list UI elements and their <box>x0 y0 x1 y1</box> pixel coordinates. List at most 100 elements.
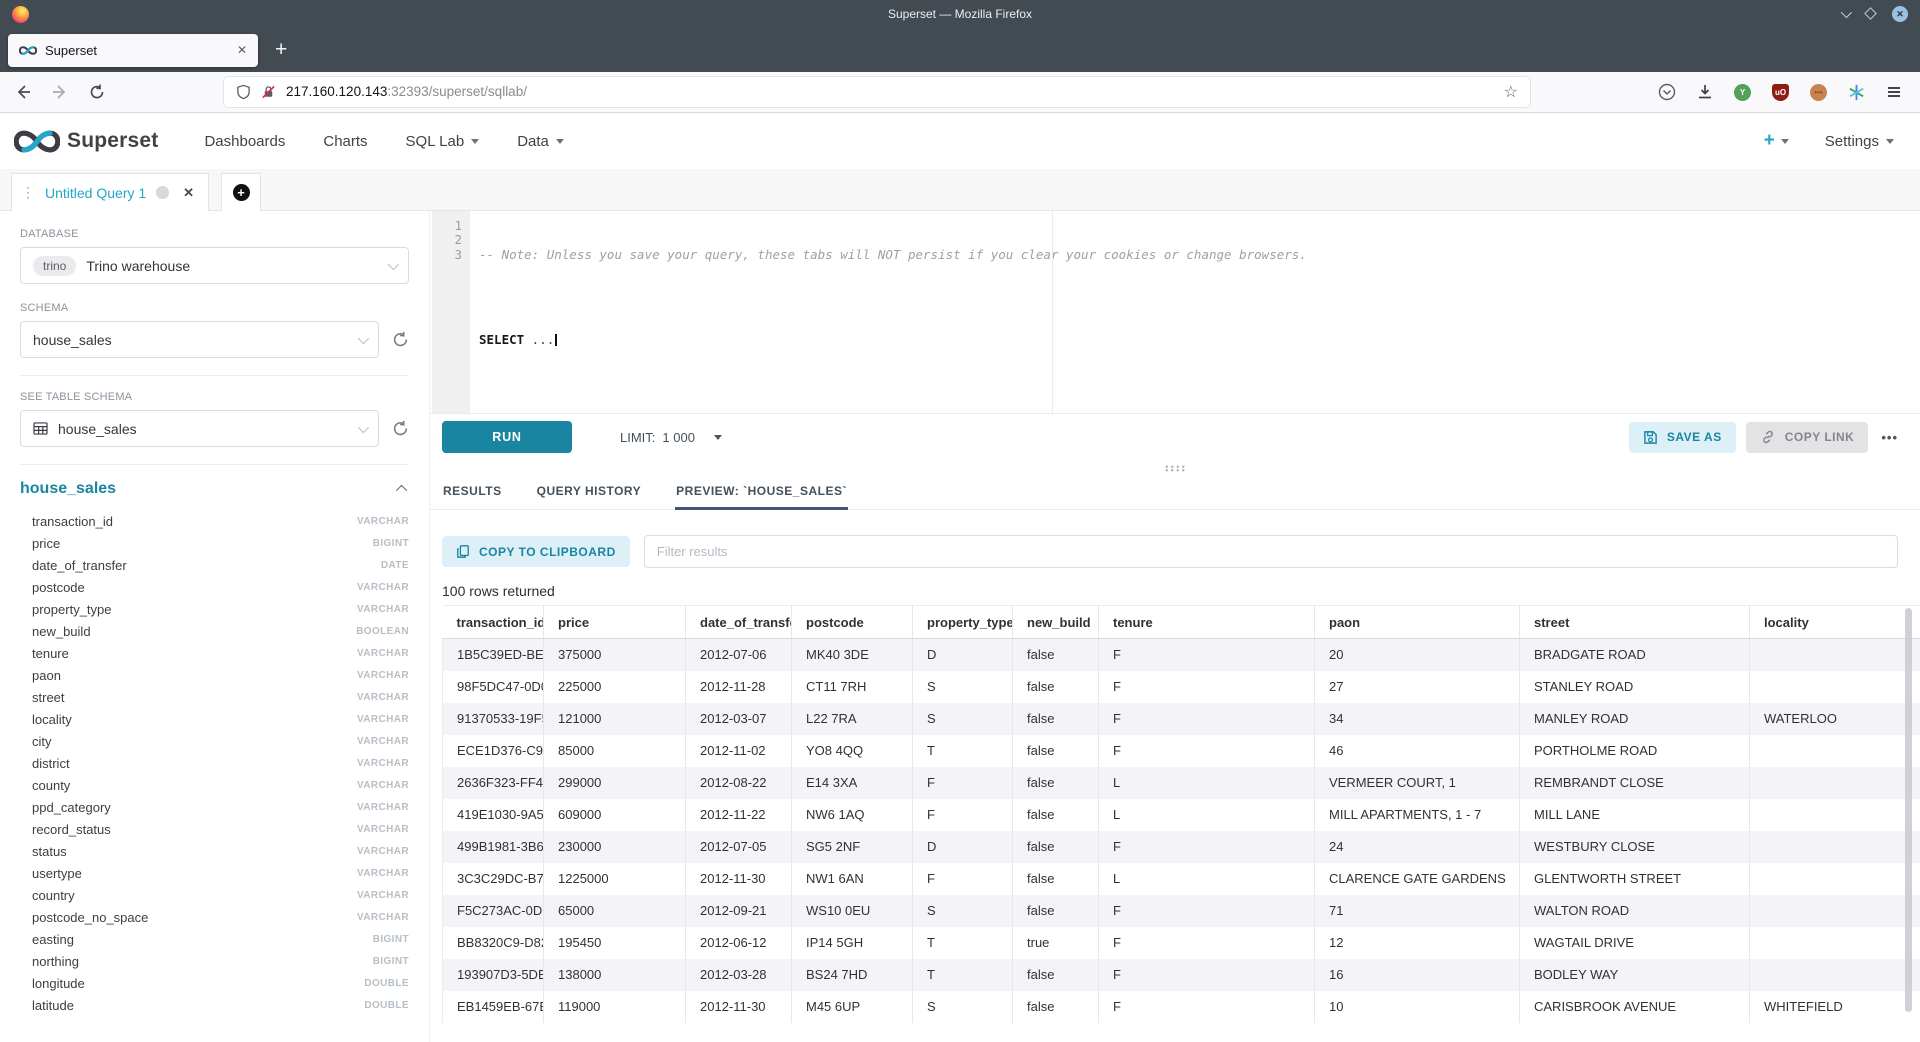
table-row[interactable]: 91370533-19F5-47FE-B142-A380A8ADA2101210… <box>443 703 1920 735</box>
limit-dropdown[interactable]: LIMIT: 1 000 <box>620 430 722 445</box>
shield-icon[interactable] <box>236 84 251 100</box>
browser-tab[interactable]: Superset ✕ <box>8 34 258 67</box>
table-header-cell[interactable]: date_of_transfer <box>686 606 792 639</box>
table-row[interactable]: BB8320C9-D82B-4B37-90E0-9FEE05095E101954… <box>443 927 1920 959</box>
table-header-cell[interactable]: tenure <box>1099 606 1315 639</box>
table-header-cell[interactable]: transaction_id <box>443 606 544 639</box>
table-row[interactable]: F5C273AC-0D2A-458F-8279-9C61F0C22EC66500… <box>443 895 1920 927</box>
insecure-lock-icon[interactable] <box>261 84 276 100</box>
table-row[interactable]: 98F5DC47-0D05-4D59-95B7-98CA6F1FDE052250… <box>443 671 1920 703</box>
nav-item-charts[interactable]: Charts <box>323 133 367 150</box>
table-row[interactable]: ECE1D376-C9A6-4C00-B004-A380B189FA568500… <box>443 735 1920 767</box>
table-row[interactable]: 193907D3-5DBD-453D-A49E-9FEE27DAB9261380… <box>443 959 1920 991</box>
schema-column-row[interactable]: paon VARCHAR <box>20 664 409 686</box>
table-row[interactable]: 499B1981-3B6B-4BCD-808F-9FED9802BFA12300… <box>443 831 1920 863</box>
add-new-button[interactable]: + <box>1764 130 1789 152</box>
copy-to-clipboard-button[interactable]: COPY TO CLIPBOARD <box>442 536 630 567</box>
tab-query-history[interactable]: QUERY HISTORY <box>536 476 643 510</box>
window-maximize-button[interactable] <box>1866 5 1875 23</box>
schema-select[interactable]: house_sales <box>20 321 379 358</box>
schema-column-row[interactable]: county VARCHAR <box>20 774 409 796</box>
query-tab-close-icon[interactable]: ✕ <box>183 185 194 201</box>
schema-column-row[interactable]: property_type VARCHAR <box>20 598 409 620</box>
schema-column-row[interactable]: postcode_no_space VARCHAR <box>20 906 409 928</box>
table-row[interactable]: 3C3C29DC-B7B2-4BE5-914A-A38123AF403B1225… <box>443 863 1920 895</box>
schema-column-row[interactable]: transaction_id VARCHAR <box>20 510 409 532</box>
brand-title[interactable]: Superset <box>67 129 158 153</box>
tab-preview-house-sales[interactable]: PREVIEW: `HOUSE_SALES` <box>675 476 848 510</box>
schema-column-row[interactable]: city VARCHAR <box>20 730 409 752</box>
schema-column-row[interactable]: ppd_category VARCHAR <box>20 796 409 818</box>
table-header-cell[interactable]: price <box>544 606 686 639</box>
refresh-schema-icon[interactable] <box>392 331 409 348</box>
table-row[interactable]: 419E1030-9A55-4467-8DA9-9FED95D659666090… <box>443 799 1920 831</box>
schema-column-row[interactable]: status VARCHAR <box>20 840 409 862</box>
pane-resize-handle[interactable] <box>430 460 1920 476</box>
drag-handle-icon[interactable]: ⋮ <box>21 184 35 201</box>
table-row[interactable]: 2636F323-FF41-4765-81DB-98CAA6A43BC12990… <box>443 767 1920 799</box>
nav-item-sql-lab[interactable]: SQL Lab <box>406 133 480 150</box>
schema-column-row[interactable]: street VARCHAR <box>20 686 409 708</box>
save-as-button[interactable]: SAVE AS <box>1629 422 1736 453</box>
more-options-button[interactable]: ••• <box>1881 430 1898 445</box>
schema-column-row[interactable]: latitude DOUBLE <box>20 994 409 1016</box>
table-row[interactable]: EB1459EB-67ED-47C8-B2E7-A38143AB55751190… <box>443 991 1920 1023</box>
menu-hamburger-icon[interactable] <box>1886 84 1902 100</box>
schema-column-row[interactable]: price BIGINT <box>20 532 409 554</box>
schema-column-row[interactable]: easting BIGINT <box>20 928 409 950</box>
refresh-tables-icon[interactable] <box>392 420 409 437</box>
downloads-icon[interactable] <box>1697 84 1713 100</box>
extension-green-icon[interactable]: Y <box>1734 84 1751 101</box>
browser-new-tab-button[interactable]: + <box>275 38 287 62</box>
tab-results[interactable]: RESULTS <box>442 476 503 510</box>
window-minimize-button[interactable] <box>1841 5 1849 23</box>
url-bar[interactable]: 217.160.120.143:32393/superset/sqllab/ ☆ <box>223 76 1531 108</box>
table-name-heading[interactable]: house_sales <box>20 480 116 498</box>
schema-column-row[interactable]: country VARCHAR <box>20 884 409 906</box>
schema-column-row[interactable]: postcode VARCHAR <box>20 576 409 598</box>
schema-column-row[interactable]: date_of_transfer DATE <box>20 554 409 576</box>
database-select[interactable]: trino Trino warehouse <box>20 247 409 284</box>
bookmark-star-icon[interactable]: ☆ <box>1504 82 1518 102</box>
new-query-tab-button[interactable]: + <box>221 173 261 211</box>
forward-icon[interactable] <box>51 83 69 101</box>
schema-column-row[interactable]: locality VARCHAR <box>20 708 409 730</box>
filter-results-input[interactable] <box>644 535 1898 568</box>
schema-column-row[interactable]: new_build BOOLEAN <box>20 620 409 642</box>
sql-editor[interactable]: 123 -- Note: Unless you save your query,… <box>430 211 1920 414</box>
table-cell: F <box>1099 959 1315 991</box>
browser-tab-close-icon[interactable]: ✕ <box>237 43 247 57</box>
schema-column-row[interactable]: longitude DOUBLE <box>20 972 409 994</box>
query-tab-active[interactable]: ⋮ Untitled Query 1 ✕ <box>11 173 209 211</box>
pocket-icon[interactable] <box>1658 83 1676 101</box>
settings-menu[interactable]: Settings <box>1825 133 1894 150</box>
schema-column-row[interactable]: tenure VARCHAR <box>20 642 409 664</box>
superset-logo-icon[interactable] <box>14 129 60 154</box>
extension-asterisk-icon[interactable] <box>1848 84 1865 101</box>
table-header-cell[interactable]: paon <box>1315 606 1520 639</box>
schema-column-row[interactable]: usertype VARCHAR <box>20 862 409 884</box>
table-header-cell[interactable]: postcode <box>792 606 913 639</box>
table-header-cell[interactable]: locality <box>1750 606 1920 639</box>
results-scrollbar[interactable] <box>1905 608 1912 1012</box>
table-select[interactable]: house_sales <box>20 410 379 447</box>
schema-column-row[interactable]: record_status VARCHAR <box>20 818 409 840</box>
ublock-shield-icon[interactable]: uO <box>1772 84 1789 101</box>
schema-column-row[interactable]: northing BIGINT <box>20 950 409 972</box>
cookie-extension-icon[interactable]: ••• <box>1810 84 1827 101</box>
reload-icon[interactable] <box>88 83 106 101</box>
back-icon[interactable] <box>14 83 32 101</box>
run-button[interactable]: RUN <box>442 421 572 453</box>
schema-column-row[interactable]: district VARCHAR <box>20 752 409 774</box>
table-row[interactable]: 1B5C39ED-BE7F-41EF-9E71-9C60EED74A223750… <box>443 639 1920 671</box>
plus-circle-icon[interactable]: + <box>233 184 250 201</box>
nav-item-data[interactable]: Data <box>517 133 564 150</box>
copy-link-button[interactable]: COPY LINK <box>1746 422 1869 453</box>
table-header-cell[interactable]: street <box>1520 606 1750 639</box>
window-close-button[interactable]: ✕ <box>1892 6 1908 22</box>
table-header-cell[interactable]: property_type <box>913 606 1013 639</box>
query-tab-title[interactable]: Untitled Query 1 <box>45 185 146 201</box>
table-header-cell[interactable]: new_build <box>1013 606 1099 639</box>
collapse-chevron-icon[interactable] <box>396 485 407 496</box>
nav-item-dashboards[interactable]: Dashboards <box>204 133 285 150</box>
